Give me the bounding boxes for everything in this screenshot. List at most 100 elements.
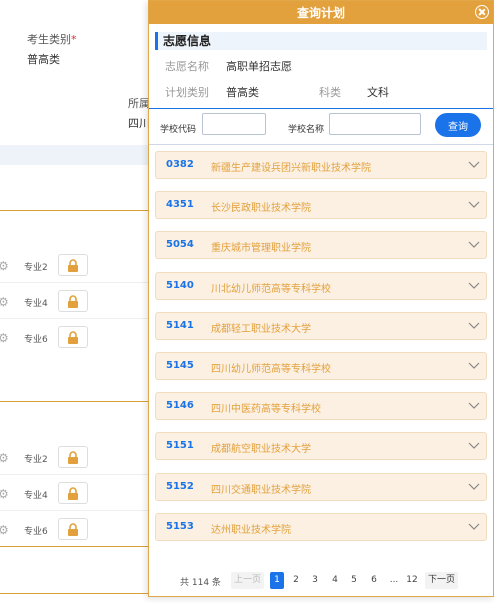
slot-label: 专业6 (24, 335, 48, 345)
school-item[interactable]: 0382 新疆生产建设兵团兴新职业技术学院 (155, 151, 487, 179)
school-name: 达州职业技术学院 (211, 524, 291, 536)
page-button[interactable]: 1 (270, 572, 284, 589)
lock-button[interactable] (58, 518, 88, 540)
school-code: 5153 (166, 520, 194, 532)
student-type-value: 普高类 (27, 53, 60, 66)
query-button[interactable]: 查询 (435, 113, 481, 137)
page-button[interactable]: 6 (367, 572, 381, 589)
school-item[interactable]: 5054 重庆城市管理职业学院 (155, 231, 487, 260)
page-button[interactable]: 12 (405, 572, 419, 589)
gear-icon: ⚙ (0, 331, 9, 345)
school-code: 0382 (166, 159, 194, 170)
next-page-button[interactable]: 下一页 (425, 572, 459, 589)
school-item[interactable]: 5153 达州职业技术学院 (155, 512, 487, 541)
page-button[interactable]: 2 (289, 572, 303, 589)
school-name: 成都轻工职业技术大学 (211, 323, 311, 335)
pagination: 共 114 条 上一页 1 2 3 4 5 6... 12 下一页 (149, 570, 493, 592)
school-code: 5145 (166, 359, 194, 371)
school-name: 重庆城市管理职业学院 (211, 243, 311, 255)
school-name: 新疆生产建设兵团兴新职业技术学院 (211, 163, 371, 174)
section-title: 志愿信息 (155, 32, 487, 50)
school-code: 5140 (166, 279, 194, 291)
partial-field-value: 四川 (128, 117, 150, 130)
gear-icon: ⚙ (0, 523, 9, 537)
chevron-down-icon[interactable] (468, 440, 480, 450)
gear-icon: ⚙ (0, 487, 9, 501)
school-name: 四川中医药高等专科学校 (211, 404, 321, 416)
dialog-header: 查询计划 (149, 1, 493, 24)
lock-icon (68, 294, 78, 308)
chevron-down-icon[interactable] (468, 199, 480, 209)
lock-button[interactable] (58, 482, 88, 504)
school-name: 四川交通职业技术学院 (211, 484, 311, 496)
school-item[interactable]: 5152 四川交通职业技术学院 (155, 472, 487, 501)
total-count: 共 114 条 (180, 578, 221, 588)
chevron-down-icon[interactable] (468, 239, 480, 249)
school-name: 成都航空职业技术大学 (211, 444, 311, 456)
school-list: 0382 新疆生产建设兵团兴新职业技术学院 4351 长沙民政职业技术学院 5054 重庆… (155, 151, 487, 553)
lock-icon (68, 450, 78, 464)
gear-icon: ⚙ (0, 451, 9, 465)
subject-label: 科类 (319, 86, 341, 99)
chevron-down-icon[interactable] (468, 521, 480, 531)
chevron-down-icon[interactable] (468, 360, 480, 370)
row-separator (0, 474, 160, 475)
school-item[interactable]: 5151 成都航空职业技术大学 (155, 432, 487, 461)
plan-type-label: 计划类别 (165, 86, 209, 99)
lock-icon (68, 522, 78, 536)
close-icon[interactable] (475, 5, 489, 19)
slot-label: 专业4 (24, 299, 48, 309)
slot-label: 专业4 (24, 491, 48, 501)
school-code-label: 学校代码 (160, 125, 197, 135)
search-bar: 学校代码 学校名称 查询 (149, 108, 493, 145)
plan-type-value: 普高类 (226, 86, 259, 99)
gear-icon: ⚙ (0, 295, 9, 309)
school-code: 4351 (166, 199, 194, 211)
school-name-input[interactable] (329, 113, 421, 135)
lock-button[interactable] (58, 254, 88, 276)
row-separator (0, 510, 160, 511)
school-item[interactable]: 5146 四川中医药高等专科学校 (155, 392, 487, 421)
page-button[interactable]: 5 (347, 572, 361, 589)
query-plan-dialog: 查询计划 志愿信息 志愿名称 高职单招志愿 计划类别 普高类 科类 文科 学校代… (148, 0, 494, 597)
chevron-down-icon[interactable] (468, 280, 480, 290)
school-code: 5152 (166, 480, 194, 492)
school-name: 川北幼儿师范高等专科学校 (211, 283, 331, 295)
slot-label: 专业2 (24, 455, 48, 465)
school-code: 5146 (166, 400, 194, 412)
lock-button[interactable] (58, 446, 88, 468)
chevron-down-icon[interactable] (468, 159, 480, 169)
chevron-down-icon[interactable] (468, 320, 480, 330)
lock-icon (68, 330, 78, 344)
school-item[interactable]: 5140 川北幼儿师范高等专科学校 (155, 271, 487, 300)
school-item[interactable]: 4351 长沙民政职业技术学院 (155, 191, 487, 220)
school-item[interactable]: 5141 成都轻工职业技术大学 (155, 311, 487, 340)
school-code: 5151 (166, 440, 194, 452)
chevron-down-icon[interactable] (468, 481, 480, 491)
info-row-wish: 志愿名称 高职单招志愿 (149, 54, 493, 78)
school-name: 四川幼儿师范高等专科学校 (211, 363, 331, 375)
school-name-label: 学校名称 (288, 125, 325, 135)
student-type-label: 考生类别* (27, 33, 77, 46)
info-row-plan: 计划类别 普高类 科类 文科 (149, 78, 493, 102)
chevron-down-icon[interactable] (468, 400, 480, 410)
school-code: 5141 (166, 319, 194, 331)
page-button[interactable]: 3 (308, 572, 322, 589)
gear-icon: ⚙ (0, 259, 9, 273)
school-item[interactable]: 5145 四川幼儿师范高等专科学校 (155, 351, 487, 380)
wish-name-label: 志愿名称 (165, 60, 209, 73)
lock-button[interactable] (58, 326, 88, 348)
wish-name-value: 高职单招志愿 (226, 60, 292, 73)
lock-icon (68, 258, 78, 272)
lock-button[interactable] (58, 290, 88, 312)
slot-label: 专业6 (24, 527, 48, 537)
prev-page-button: 上一页 (231, 572, 265, 589)
background-band (0, 145, 160, 165)
school-code-input[interactable] (202, 113, 266, 135)
page-button[interactable]: 4 (328, 572, 342, 589)
partial-field-label: 所属 (128, 97, 150, 110)
school-code: 5054 (166, 239, 194, 251)
pagination-ellipsis: ... (389, 575, 399, 585)
row-separator (0, 318, 160, 319)
subject-value: 文科 (367, 86, 389, 99)
